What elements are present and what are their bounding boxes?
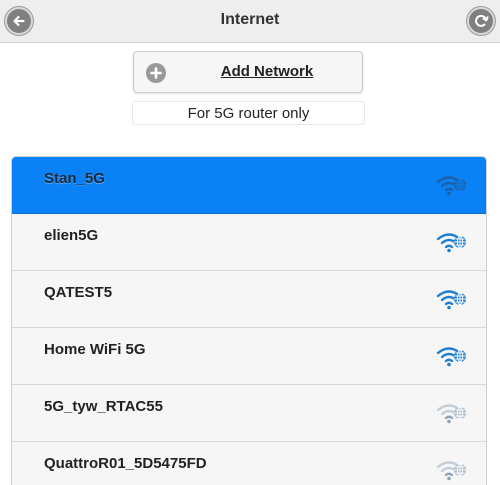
- wifi-globe-icon: [436, 290, 466, 310]
- network-item[interactable]: Home WiFi 5G: [12, 328, 486, 385]
- add-network-label: Add Network: [220, 63, 314, 80]
- refresh-button[interactable]: [467, 7, 495, 35]
- network-name: Stan_5G: [44, 170, 105, 187]
- router-note: For 5G router only: [132, 101, 365, 125]
- network-name: elien5G: [44, 227, 99, 244]
- header-bar: Internet: [0, 0, 500, 43]
- network-item[interactable]: QuattroR01_5D5475FD: [12, 442, 486, 485]
- network-item[interactable]: elien5G: [12, 214, 486, 271]
- network-name: 5G_tyw_RTAC55: [44, 398, 163, 415]
- refresh-icon: [475, 14, 489, 27]
- network-item-selected[interactable]: Stan_5G: [12, 157, 486, 214]
- network-list: Stan_5G elien5G QATEST5 Home WiFi 5G 5G_…: [11, 156, 487, 485]
- network-name: Home WiFi 5G: [44, 341, 146, 358]
- wifi-globe-icon: [436, 461, 466, 481]
- network-item[interactable]: 5G_tyw_RTAC55: [12, 385, 486, 442]
- network-item[interactable]: QATEST5: [12, 271, 486, 328]
- plus-circle-icon: [146, 63, 166, 83]
- wifi-globe-icon: [436, 404, 466, 424]
- page-title: Internet: [220, 11, 280, 28]
- wifi-globe-icon: [436, 347, 466, 367]
- network-name: QATEST5: [44, 284, 113, 301]
- wifi-globe-icon: [436, 233, 466, 253]
- wifi-globe-icon: [436, 176, 466, 196]
- add-network-button[interactable]: Add Network: [133, 51, 363, 93]
- network-name: QuattroR01_5D5475FD: [44, 455, 207, 472]
